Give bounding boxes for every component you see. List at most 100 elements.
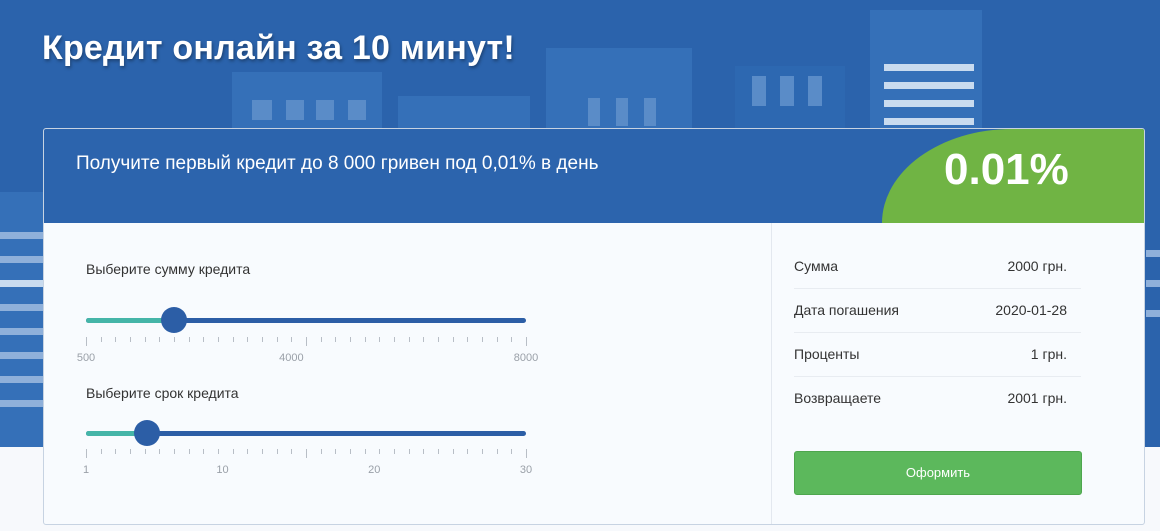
slider-tick (115, 449, 117, 454)
building-window (348, 100, 366, 120)
building-stripe (884, 64, 974, 71)
building-stripe (0, 256, 44, 263)
rate-badge: 0.01% (882, 129, 1144, 223)
slider-tick (452, 337, 454, 342)
slider-tick (438, 337, 439, 342)
slider-tick (306, 337, 307, 346)
building-window (588, 98, 600, 126)
building-stripe (884, 82, 974, 89)
slider-tick (247, 449, 249, 454)
slider-tick (232, 337, 234, 342)
building-window (644, 98, 656, 126)
slider-tick (482, 337, 483, 342)
slider-tick (188, 449, 190, 454)
submit-loan-button[interactable]: Оформить (794, 451, 1082, 495)
slider-tick (423, 337, 425, 342)
slider-tick (511, 449, 513, 454)
slider-tick (262, 337, 263, 342)
term-tick-label: 10 (216, 464, 229, 476)
summary-row-interest: Проценты 1 грн. (794, 333, 1081, 377)
slider-tick (203, 337, 205, 342)
building-window (616, 98, 628, 126)
slider-tick (350, 449, 351, 454)
summary-key: Возвращаете (794, 390, 882, 406)
summary-key: Сумма (794, 258, 838, 274)
term-tick-label: 30 (519, 464, 533, 476)
slider-tick (394, 337, 395, 342)
building-stripe (1146, 310, 1160, 317)
slider-tick (350, 337, 351, 342)
loan-calculator-card: Получите первый кредит до 8 000 гривен п… (43, 128, 1145, 525)
amount-tick-label: 500 (76, 352, 96, 364)
slider-tick (452, 449, 454, 454)
building-stripe (884, 118, 974, 125)
loan-summary: Сумма 2000 грн. Дата погашения 2020-01-2… (771, 223, 1144, 524)
summary-row-due-date: Дата погашения 2020-01-28 (794, 289, 1081, 333)
slider-tick (130, 449, 131, 454)
building-window (316, 100, 334, 120)
term-slider-handle[interactable] (133, 420, 160, 446)
slider-tick (159, 337, 161, 342)
slider-tick (291, 449, 293, 454)
amount-slider-handle[interactable] (161, 307, 187, 333)
slider-tick (86, 449, 87, 458)
term-tick-label: 1 (82, 464, 90, 476)
summary-value: 1 грн. (1030, 346, 1067, 362)
building-stripe (884, 100, 974, 107)
slider-tick (218, 449, 219, 454)
slider-tick (115, 337, 117, 342)
slider-tick (423, 449, 425, 454)
building-stripe (0, 232, 44, 239)
building-stripe (0, 352, 44, 359)
slider-tick (218, 337, 219, 342)
building-window (780, 76, 794, 106)
summary-value: 2001 грн. (1007, 390, 1067, 406)
building-stripe (0, 376, 44, 383)
slider-tick (438, 449, 439, 454)
building-window (252, 100, 272, 120)
slider-tick (511, 337, 513, 342)
slider-tick (394, 449, 395, 454)
slider-tick (379, 337, 381, 342)
slider-tick (159, 449, 161, 454)
building-stripe (0, 280, 44, 287)
building-stripe (0, 400, 44, 407)
term-slider-label: Выберите срок кредита (86, 385, 239, 401)
slider-tick (335, 337, 337, 342)
slider-tick (262, 449, 263, 454)
slider-tick (467, 337, 469, 342)
slider-tick (174, 449, 175, 454)
slider-tick (130, 337, 131, 342)
term-tick-label: 20 (368, 464, 381, 476)
building-stripe (0, 328, 44, 335)
summary-row-total: Возвращаете 2001 грн. (794, 377, 1081, 421)
slider-tick (408, 337, 410, 342)
summary-value: 2000 грн. (1007, 258, 1067, 274)
building-stripe (1146, 250, 1160, 257)
summary-key: Дата погашения (794, 302, 899, 318)
slider-tick (188, 337, 190, 342)
slider-tick (276, 449, 278, 454)
slider-tick (379, 449, 381, 454)
slider-tick (335, 449, 337, 454)
slider-tick (203, 449, 205, 454)
slider-tick (144, 449, 146, 454)
slider-tick (408, 449, 410, 454)
slider-tick (232, 449, 234, 454)
slider-tick (306, 449, 307, 458)
building-window (286, 100, 304, 120)
slider-tick (496, 449, 498, 454)
slider-tick (526, 449, 527, 458)
building-stripe (1146, 280, 1160, 287)
slider-tick (496, 337, 498, 342)
slider-tick (526, 337, 527, 346)
slider-tick (86, 337, 87, 346)
slider-tick (467, 449, 469, 454)
slider-tick (100, 337, 102, 342)
slider-tick (144, 337, 146, 342)
slider-tick (364, 449, 366, 454)
rate-value: 0.01% (944, 145, 1069, 194)
building-stripe (0, 304, 44, 311)
summary-key: Проценты (794, 346, 860, 362)
building-window (808, 76, 822, 106)
